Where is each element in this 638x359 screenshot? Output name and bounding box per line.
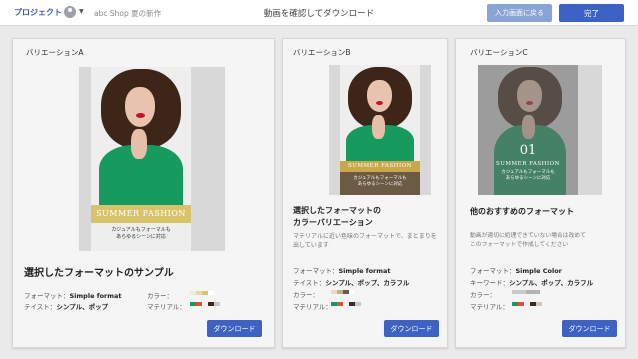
download-button[interactable]: ダウンロード <box>207 320 262 337</box>
color-swatch <box>526 290 540 294</box>
banner-title: SUMMER FASHION <box>340 161 420 172</box>
taste-info: テイスト：シンプル、ポップ <box>24 303 109 311</box>
format-info: フォーマット：Simple Color <box>470 267 562 275</box>
model-face <box>125 87 155 127</box>
variation-card-a: バリエーションA SUMMER FASHION カジュアルもフォーマルも あらゆ… <box>12 38 275 348</box>
download-button[interactable]: ダウンロード <box>562 320 617 337</box>
back-to-input-button[interactable]: 入力画面に戻る <box>487 4 552 22</box>
user-avatar-icon[interactable] <box>64 6 76 18</box>
done-button[interactable]: 完了 <box>559 4 624 22</box>
banner-number: 01 <box>519 143 537 158</box>
video-preview[interactable]: 01 SUMMER FASHION カジュアルもフォーマルも あらゆるシーンに対… <box>478 65 602 195</box>
variation-card-c: バリエーションC 01 SUMMER FASHION カジュアルもフォーマルも … <box>455 38 626 348</box>
keyword-info: キーワード：シンプル、ポップ、カラフル <box>470 279 594 287</box>
color-swatches <box>512 290 540 295</box>
download-button[interactable]: ダウンロード <box>384 320 439 337</box>
model-lips <box>136 113 145 118</box>
material-label: マテリアル： <box>147 303 186 311</box>
color-label: カラー： <box>293 291 319 299</box>
chevron-down-icon[interactable]: ▼ <box>79 8 84 15</box>
color-label: カラー： <box>147 292 173 300</box>
card-title: バリエーションB <box>293 48 351 57</box>
color-swatches <box>190 291 214 296</box>
top-bar: プロジェクト ▼ abc Shop 夏の新作 動画を確認してダウンロード 入力画… <box>0 0 638 26</box>
color-label: カラー： <box>470 291 496 299</box>
model-face <box>367 80 392 112</box>
model-hand <box>372 115 385 139</box>
video-frame: SUMMER FASHION カジュアルもフォーマルも あらゆるシーンに対応 <box>340 65 420 195</box>
card-heading: 選択したフォーマットのサンプル <box>24 268 174 279</box>
variation-card-b: バリエーションB SUMMER FASHION カジュアルもフォーマルも あらゆ… <box>282 38 448 348</box>
color-swatch <box>349 290 355 294</box>
shop-name: abc Shop 夏の新作 <box>94 9 162 18</box>
model-hand <box>131 129 147 159</box>
card-heading: 選択したフォーマットの カラーバリエーション <box>293 206 381 227</box>
taste-info: テイスト：シンプル、ポップ、カラフル <box>293 279 410 287</box>
material-swatches <box>331 302 361 307</box>
project-menu[interactable]: プロジェクト <box>14 7 62 18</box>
banner-text: カジュアルもフォーマルも あらゆるシーンに対応 <box>340 172 420 195</box>
video-frame: 01 SUMMER FASHION カジュアルもフォーマルも あらゆるシーンに対… <box>478 65 578 195</box>
material-swatch <box>214 302 220 306</box>
video-frame: SUMMER FASHION カジュアルもフォーマルも あらゆるシーンに対応 <box>91 67 191 251</box>
format-info: フォーマット：Simple format <box>293 267 391 275</box>
material-swatches <box>512 302 542 307</box>
material-swatch <box>536 302 542 306</box>
material-label: マテリアル： <box>470 303 509 311</box>
video-preview[interactable]: SUMMER FASHION カジュアルもフォーマルも あらゆるシーンに対応 <box>329 65 431 195</box>
video-preview[interactable]: SUMMER FASHION カジュアルもフォーマルも あらゆるシーンに対応 <box>79 67 225 251</box>
card-description: マテリアルに近い色味のフォーマットで、まとまりを 出しています <box>293 233 437 249</box>
card-title: バリエーションA <box>26 48 84 57</box>
color-swatch <box>208 291 214 295</box>
card-description: 動画が適切に処理できていない場合は改めて このフォーマットで作成してください <box>470 233 586 248</box>
color-swatch <box>512 290 526 294</box>
card-title: バリエーションC <box>470 48 528 57</box>
banner-title: SUMMER FASHION <box>496 161 560 167</box>
banner-title: SUMMER FASHION <box>91 205 191 223</box>
card-heading: 他のおすすめのフォーマット <box>470 207 574 216</box>
format-info: フォーマット：Simple format <box>24 292 122 300</box>
material-swatch <box>355 302 361 306</box>
color-swatches <box>331 290 355 295</box>
material-label: マテリアル： <box>293 303 332 311</box>
banner-text: カジュアルもフォーマルも あらゆるシーンに対応 <box>501 170 555 182</box>
model-lips <box>376 101 383 105</box>
banner-text: カジュアルもフォーマルも あらゆるシーンに対応 <box>111 227 171 240</box>
material-swatches <box>190 302 220 307</box>
